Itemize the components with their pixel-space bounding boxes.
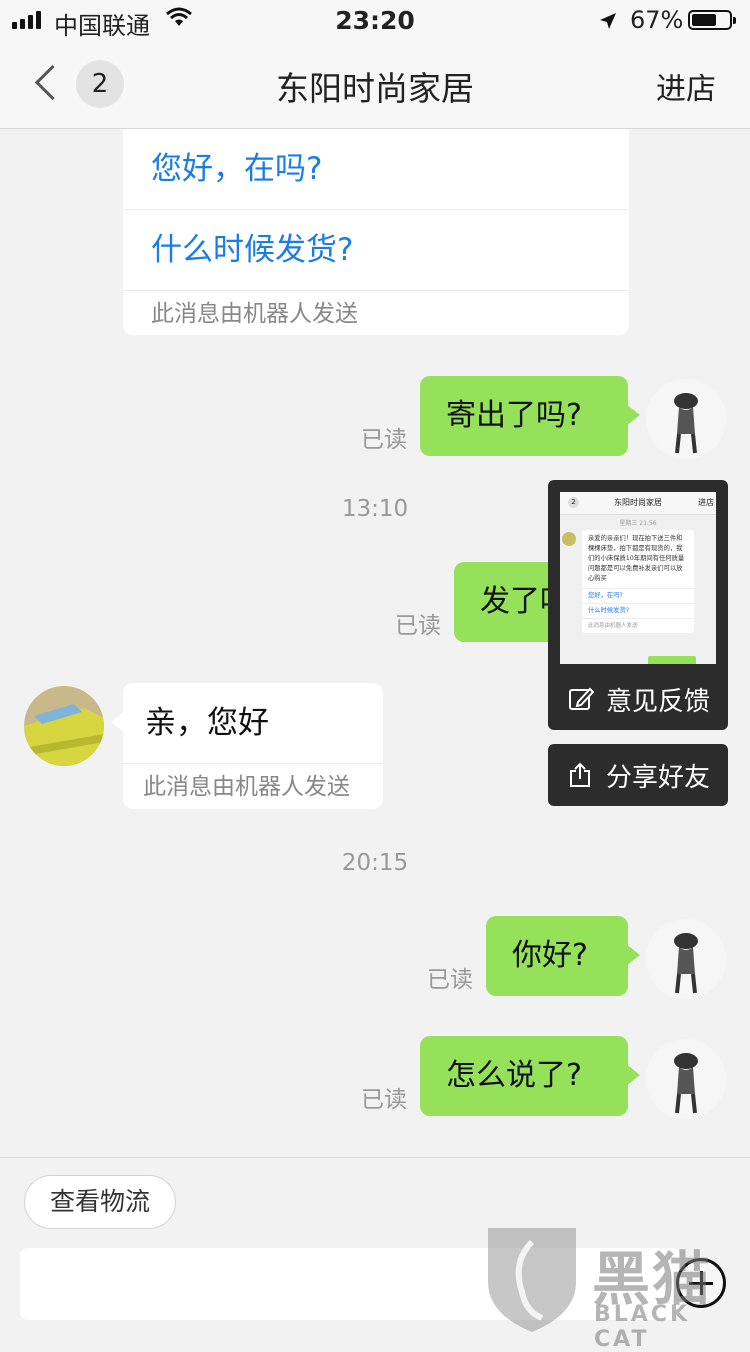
bot-footer-note: 此消息由机器人发送 <box>151 301 358 327</box>
quick-reply-option[interactable]: 您好，在吗? <box>123 129 629 210</box>
shop-message-bubble[interactable]: 亲，您好 此消息由机器人发送 <box>111 683 383 809</box>
share-friend-button[interactable]: 分享好友 <box>548 744 728 806</box>
screenshot-thumbnail[interactable]: 2 东阳时尚家居 进店 星期三 21:56 亲爱的亲亲们！现在拍下送三件和棵棵床… <box>560 492 716 664</box>
thumbnail-option: 什么时候发货? <box>582 603 694 618</box>
share-label: 分享好友 <box>606 763 711 793</box>
child-figure-avatar-icon <box>646 1039 726 1119</box>
thumbnail-footer: 此消息由机器人发送 <box>582 618 694 633</box>
thumbnail-nav: 2 东阳时尚家居 进店 <box>560 492 716 515</box>
child-figure-avatar-icon <box>646 379 726 459</box>
battery-icon <box>688 10 736 30</box>
read-status: 已读 <box>361 427 407 453</box>
view-logistics-button[interactable]: 查看物流 <box>24 1175 176 1229</box>
edit-icon <box>568 686 595 719</box>
plus-icon[interactable] <box>676 1258 726 1308</box>
read-status: 已读 <box>361 1087 407 1113</box>
shop-message-text: 亲，您好 <box>123 683 383 764</box>
thumbnail-message-text: 亲爱的亲亲们！现在拍下送三件和棵棵床垫，拍下都是有现货的，我们的小床保质10年期… <box>588 535 685 582</box>
my-message-bubble[interactable]: 你好? <box>486 916 640 996</box>
bed-mattress-avatar-icon <box>24 686 104 766</box>
battery-percentage: 67% <box>630 6 684 34</box>
quick-reply-option[interactable]: 什么时候发货? <box>123 210 629 291</box>
share-icon <box>568 762 592 795</box>
chat-area[interactable]: 您好，在吗? 什么时候发货? 此消息由机器人发送 已读 寄出了吗? 13:10 … <box>0 129 750 1157</box>
enter-shop-button[interactable]: 进店 <box>656 64 716 108</box>
share-row: 分享好友 <box>548 744 728 806</box>
thumbnail-avatar <box>562 532 576 546</box>
thumbnail-option: 您好，在吗? <box>582 588 694 603</box>
nav-bar: 2 东阳时尚家居 进店 <box>0 40 750 129</box>
thumbnail-message: 亲爱的亲亲们！现在拍下送三件和棵棵床垫，拍下都是有现货的，我们的小床保质10年期… <box>582 530 694 633</box>
bottom-toolbar: 查看物流 <box>0 1157 750 1335</box>
read-status: 已读 <box>427 967 473 993</box>
unread-count-badge[interactable]: 2 <box>76 60 124 108</box>
bot-footer-note: 此消息由机器人发送 <box>143 774 350 800</box>
feedback-label: 意见反馈 <box>606 687 711 717</box>
feedback-button[interactable]: 意见反馈 <box>548 668 728 730</box>
message-input[interactable] <box>20 1248 680 1320</box>
thumbnail-action: 进店 <box>698 498 714 507</box>
thumbnail-green-bubble <box>648 656 696 664</box>
shop-avatar[interactable] <box>24 686 104 766</box>
back-button[interactable] <box>28 60 68 108</box>
location-arrow-icon <box>598 9 618 37</box>
my-message-bubble[interactable]: 寄出了吗? <box>420 376 640 456</box>
read-status: 已读 <box>395 613 441 639</box>
my-avatar[interactable] <box>646 1039 726 1119</box>
thumbnail-time: 星期三 21:56 <box>619 520 657 527</box>
bot-options-card: 您好，在吗? 什么时候发货? 此消息由机器人发送 <box>123 129 629 335</box>
my-avatar[interactable] <box>646 919 726 999</box>
status-bar: 中国联通 23:20 67% <box>0 0 750 40</box>
my-message-bubble[interactable]: 怎么说了? <box>420 1036 640 1116</box>
time-separator: 20:15 <box>341 850 409 876</box>
my-avatar[interactable] <box>646 379 726 459</box>
thumbnail-title: 东阳时尚家居 <box>614 498 662 507</box>
child-figure-avatar-icon <box>646 919 726 999</box>
screenshot-popup: 2 东阳时尚家居 进店 星期三 21:56 亲爱的亲亲们！现在拍下送三件和棵棵床… <box>548 480 728 730</box>
